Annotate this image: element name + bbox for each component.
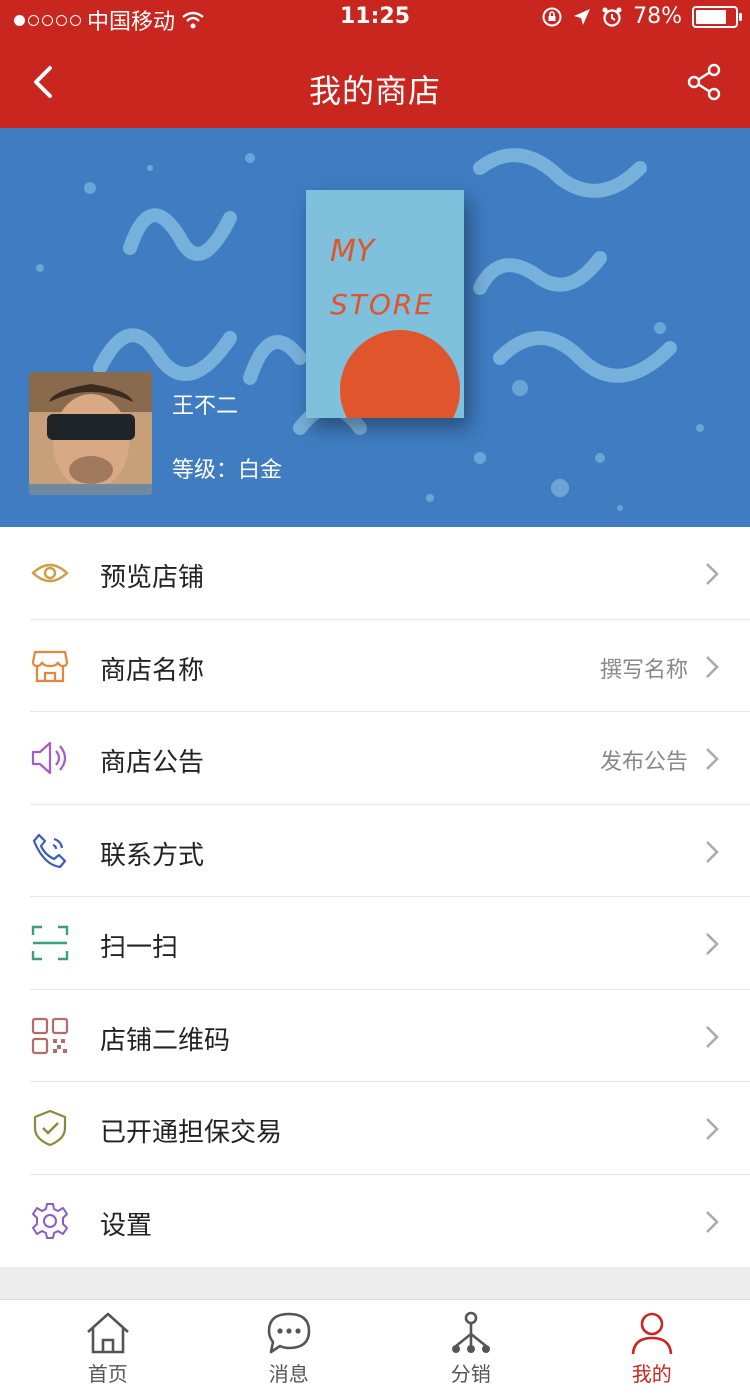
menu-item-settings[interactable]: 设置: [0, 1175, 750, 1268]
alarm-icon: [602, 7, 622, 27]
chevron-right-icon: [706, 1025, 719, 1048]
tab-mine[interactable]: 我的: [558, 1300, 746, 1399]
home-icon: [86, 1312, 129, 1354]
tab-label: 消息: [268, 1362, 309, 1386]
member-level: 等级：白金: [172, 458, 283, 483]
poster-text-store: STORE: [330, 288, 435, 321]
chevron-right-icon: [706, 563, 719, 585]
menu-item-store-name[interactable]: 商店名称 撰写名称: [0, 620, 750, 712]
tab-home[interactable]: 首页: [14, 1300, 202, 1399]
store-icon: [31, 650, 69, 682]
menu-label: 联系方式: [100, 840, 205, 871]
menu-label: 设置: [100, 1210, 153, 1241]
eye-icon: [31, 563, 69, 583]
phone-icon: [32, 833, 67, 868]
status-bar: 中国移动 11:25 78%: [0, 0, 750, 36]
gear-icon: [32, 1202, 68, 1239]
menu-item-guaranteed-trade[interactable]: 已开通担保交易: [0, 1082, 750, 1175]
menu-label: 已开通担保交易: [100, 1118, 283, 1148]
poster-text-my: MY: [330, 234, 375, 269]
menu-value: 撰写名称: [599, 657, 688, 683]
menu-item-contact[interactable]: 联系方式: [0, 805, 750, 897]
status-right: 78%: [541, 4, 742, 29]
rotation-lock-icon: [542, 7, 562, 26]
top-bar: 中国移动 11:25 78% 我的商店: [0, 0, 750, 128]
menu-item-preview-store[interactable]: 预览店铺: [0, 527, 750, 620]
scan-icon: [31, 925, 69, 961]
menu-label: 扫一扫: [100, 933, 179, 963]
menu-item-store-qrcode[interactable]: 店铺二维码: [0, 990, 750, 1082]
tab-messages[interactable]: 消息: [195, 1300, 383, 1399]
avatar[interactable]: [29, 372, 152, 495]
menu-label: 店铺二维码: [100, 1025, 231, 1056]
store-banner: MY STORE 王不二 等级：白金: [0, 128, 750, 527]
battery-icon: [692, 5, 742, 28]
nav-bar: 我的商店: [0, 36, 750, 128]
menu-value: 发布公告: [599, 750, 688, 775]
store-poster: MY STORE: [306, 190, 464, 418]
chevron-right-icon: [706, 1210, 719, 1233]
chevron-right-icon: [706, 655, 719, 678]
battery-percent: 78%: [633, 4, 682, 29]
menu-item-store-announcement[interactable]: 商店公告 发布公告: [0, 712, 750, 805]
tab-label: 分销: [450, 1362, 491, 1386]
location-arrow-icon: [574, 8, 591, 25]
chevron-right-icon: [706, 933, 719, 955]
tab-label: 我的: [631, 1362, 672, 1386]
distribution-icon: [451, 1311, 490, 1353]
chevron-right-icon: [706, 1118, 719, 1140]
tab-label: 首页: [87, 1362, 128, 1386]
section-gap: [0, 1267, 750, 1299]
settings-menu: 预览店铺 商店名称 撰写名称 商店公告 发布公告 联系方式 扫一扫 店铺二维码 …: [0, 527, 750, 1267]
menu-label: 商店公告: [100, 748, 205, 778]
speaker-icon: [31, 741, 67, 775]
menu-label: 商店名称: [100, 655, 205, 686]
tab-bar: 首页 消息 分销 我的: [0, 1299, 750, 1399]
chevron-right-icon: [706, 748, 719, 770]
page-title: 我的商店: [308, 72, 441, 110]
tab-distribution[interactable]: 分销: [377, 1300, 565, 1399]
menu-label: 预览店铺: [100, 563, 205, 593]
user-icon: [631, 1312, 673, 1355]
menu-item-scan[interactable]: 扫一扫: [0, 897, 750, 990]
username: 王不二: [172, 394, 239, 419]
chevron-right-icon: [706, 840, 719, 863]
share-icon[interactable]: [686, 62, 722, 102]
shield-check-icon: [33, 1109, 67, 1147]
chat-icon: [267, 1312, 311, 1354]
qrcode-icon: [31, 1017, 69, 1054]
